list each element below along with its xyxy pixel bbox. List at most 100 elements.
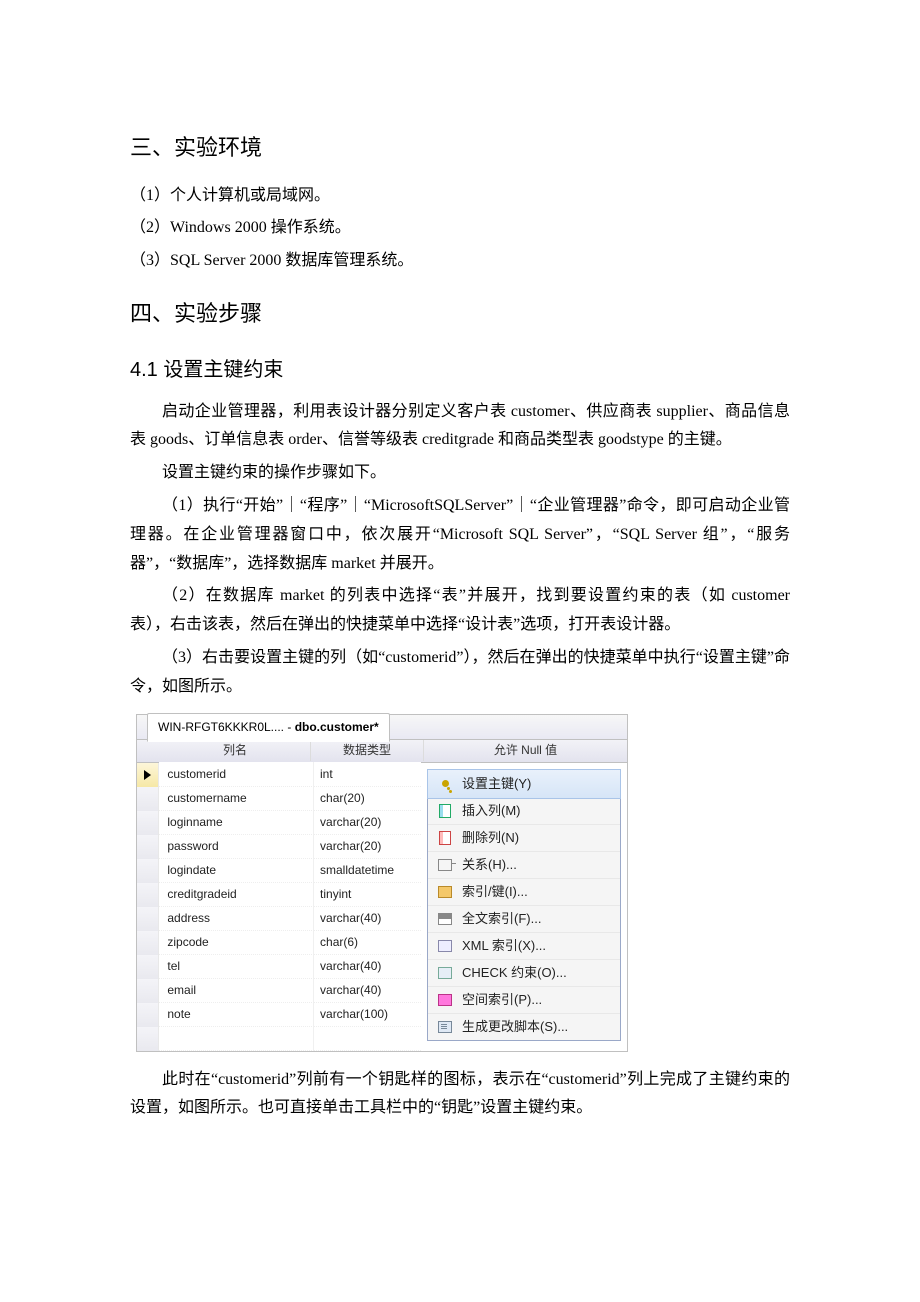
column-name-cell[interactable]: logindate [159, 858, 314, 883]
table-designer-screenshot: WIN-RFGT6KKKR0L.... - dbo.customer* 列名 数… [136, 714, 628, 1052]
row-selector[interactable] [137, 1027, 159, 1051]
row-selector[interactable] [137, 1003, 159, 1027]
data-type-cell[interactable]: tinyint [314, 882, 421, 907]
fulltext-icon [434, 913, 456, 925]
column-name-cell[interactable]: creditgradeid [159, 882, 314, 907]
column-name-cell[interactable]: zipcode [159, 930, 314, 955]
spatial-icon [434, 994, 456, 1006]
data-type-cell[interactable]: smalldatetime [314, 858, 421, 883]
tab-label-name: dbo.customer* [295, 720, 379, 734]
tab-strip: WIN-RFGT6KKKR0L.... - dbo.customer* [137, 715, 627, 740]
column-row[interactable]: customernamechar(20) [137, 787, 421, 811]
context-menu[interactable]: 设置主键(Y)插入列(M) 删除列(N)关系(H)... 索引/键(I)... 全文索… [427, 769, 621, 1041]
step-1: （1）执行“开始”｜“程序”｜“MicrosoftSQLServer”｜“企业管… [130, 492, 790, 578]
row-selector[interactable] [137, 787, 159, 811]
column-row[interactable]: loginnamevarchar(20) [137, 811, 421, 835]
data-type-cell[interactable]: char(6) [314, 930, 421, 955]
column-name-cell[interactable]: password [159, 834, 314, 859]
column-row[interactable]: emailvarchar(40) [137, 979, 421, 1003]
row-selector[interactable] [137, 835, 159, 859]
row-selector[interactable] [137, 763, 159, 787]
column-name-cell[interactable]: loginname [159, 810, 314, 835]
env-item-3: （3）SQL Server 2000 数据库管理系统。 [130, 247, 790, 276]
tab-label-prefix: WIN-RFGT6KKKR0L.... - [158, 720, 295, 734]
menu-item-label: 关系(H)... [456, 853, 608, 876]
menu-item[interactable]: 生成更改脚本(S)... [428, 1014, 620, 1040]
data-type-cell[interactable] [314, 1026, 421, 1051]
env-item-2: （2）Windows 2000 操作系统。 [130, 214, 790, 243]
menu-item-label: 生成更改脚本(S)... [456, 1015, 608, 1038]
data-type-cell[interactable]: varchar(40) [314, 978, 421, 1003]
step-3: （3）右击要设置主键的列（如“customerid”），然后在弹出的快捷菜单中执… [130, 644, 790, 702]
column-name-cell[interactable]: address [159, 906, 314, 931]
column-row[interactable]: telvarchar(40) [137, 955, 421, 979]
column-header-row: 列名 数据类型 允许 Null 值 [137, 740, 627, 763]
column-name-cell[interactable]: note [159, 1002, 314, 1027]
column-name-cell[interactable]: tel [159, 954, 314, 979]
header-column-name: 列名 [160, 740, 311, 762]
row-selector[interactable] [137, 955, 159, 979]
column-grid[interactable]: customeridintcustomernamechar(20)loginna… [137, 763, 421, 1051]
insert-col-icon [434, 804, 456, 818]
menu-item-label: CHECK 约束(O)... [456, 961, 608, 984]
menu-item[interactable]: 删除列(N) [428, 825, 620, 852]
row-selector[interactable] [137, 931, 159, 955]
paragraph: 设置主键约束的操作步骤如下。 [130, 459, 790, 488]
current-row-icon [144, 770, 151, 780]
env-item-1: （1）个人计算机或局域网。 [130, 182, 790, 211]
row-selector[interactable] [137, 811, 159, 835]
data-type-cell[interactable]: varchar(20) [314, 810, 421, 835]
context-menu-area: 设置主键(Y)插入列(M) 删除列(N)关系(H)... 索引/键(I)... 全文索… [421, 763, 627, 1051]
column-name-cell[interactable]: customername [159, 786, 314, 811]
data-type-cell[interactable]: int [314, 762, 421, 787]
menu-item[interactable]: 插入列(M) [428, 798, 620, 825]
xml-icon [434, 940, 456, 952]
menu-item-label: 空间索引(P)... [456, 988, 608, 1011]
menu-item[interactable]: 关系(H)... [428, 852, 620, 879]
delete-col-icon [434, 831, 456, 845]
relation-icon [434, 859, 456, 871]
menu-item-label: XML 索引(X)... [456, 934, 608, 957]
menu-item-label: 全文索引(F)... [456, 907, 608, 930]
data-type-cell[interactable]: char(20) [314, 786, 421, 811]
paragraph-after-figure: 此时在“customerid”列前有一个钥匙样的图标，表示在“customeri… [130, 1066, 790, 1124]
row-selector[interactable] [137, 907, 159, 931]
menu-item[interactable]: CHECK 约束(O)... [428, 960, 620, 987]
column-row[interactable]: customeridint [137, 763, 421, 787]
menu-item[interactable]: 空间索引(P)... [428, 987, 620, 1014]
designer-tab[interactable]: WIN-RFGT6KKKR0L.... - dbo.customer* [147, 713, 390, 742]
document-page: 三、实验环境 （1）个人计算机或局域网。 （2）Windows 2000 操作系… [0, 0, 920, 1187]
data-type-cell[interactable]: varchar(40) [314, 954, 421, 979]
menu-item-label: 索引/键(I)... [456, 880, 608, 903]
menu-item[interactable]: 设置主键(Y) [427, 769, 621, 799]
section-3-heading: 三、实验环境 [130, 128, 790, 168]
key-icon [434, 780, 456, 787]
section-4-heading: 四、实验步骤 [130, 294, 790, 334]
step-2: （2）在数据库 market 的列表中选择“表”并展开，找到要设置约束的表（如 … [130, 582, 790, 640]
section-4-1-heading: 4.1 设置主键约束 [130, 352, 790, 388]
column-row[interactable]: addressvarchar(40) [137, 907, 421, 931]
column-name-cell[interactable]: email [159, 978, 314, 1003]
designer-body: customeridintcustomernamechar(20)loginna… [137, 763, 627, 1051]
column-row[interactable]: logindatesmalldatetime [137, 859, 421, 883]
menu-item-label: 插入列(M) [456, 799, 608, 822]
column-row[interactable]: notevarchar(100) [137, 1003, 421, 1027]
data-type-cell[interactable]: varchar(100) [314, 1002, 421, 1027]
row-selector[interactable] [137, 859, 159, 883]
menu-item[interactable]: XML 索引(X)... [428, 933, 620, 960]
column-row[interactable] [137, 1027, 421, 1051]
data-type-cell[interactable]: varchar(20) [314, 834, 421, 859]
index-icon [434, 886, 456, 898]
script-icon [434, 1021, 456, 1033]
column-name-cell[interactable] [159, 1026, 314, 1051]
row-selector[interactable] [137, 883, 159, 907]
column-row[interactable]: passwordvarchar(20) [137, 835, 421, 859]
menu-item[interactable]: 全文索引(F)... [428, 906, 620, 933]
data-type-cell[interactable]: varchar(40) [314, 906, 421, 931]
row-selector[interactable] [137, 979, 159, 1003]
header-allow-null: 允许 Null 值 [424, 740, 627, 762]
menu-item[interactable]: 索引/键(I)... [428, 879, 620, 906]
column-row[interactable]: zipcodechar(6) [137, 931, 421, 955]
column-name-cell[interactable]: customerid [159, 762, 314, 787]
column-row[interactable]: creditgradeidtinyint [137, 883, 421, 907]
